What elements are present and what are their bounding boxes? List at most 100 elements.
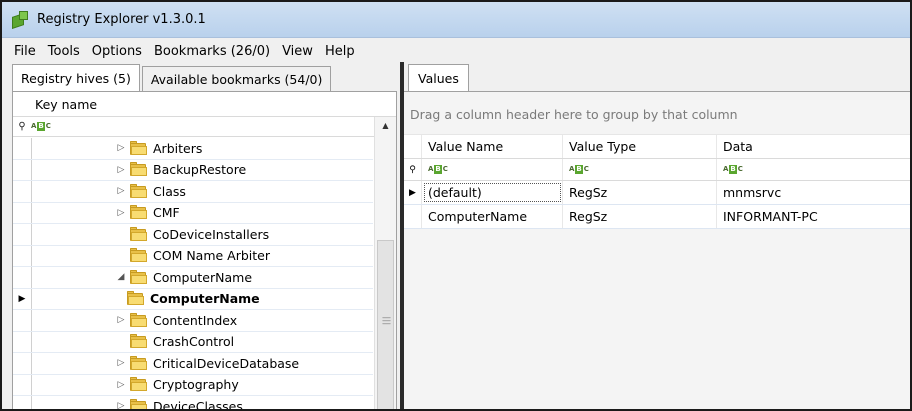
value-type-filter[interactable]: ABC — [563, 159, 717, 180]
abc-filter-icon[interactable]: ABC — [31, 122, 51, 131]
abc-filter-icon: ABC — [428, 165, 448, 174]
pin-icon: ⚲ — [18, 121, 26, 132]
value-type-cell[interactable]: RegSz — [563, 205, 717, 228]
folder-icon — [130, 205, 148, 220]
title-bar: Registry Explorer v1.3.0.1 — [2, 2, 910, 38]
abc-filter-icon: ABC — [569, 165, 589, 174]
tree-row-computername-selected[interactable]: ▶ ComputerName — [13, 288, 373, 310]
menu-file[interactable]: File — [8, 44, 42, 59]
tree-row-backuprestore[interactable]: ▷ BackupRestore — [13, 159, 373, 181]
key-name-column-header[interactable]: Key name — [13, 92, 396, 117]
table-row[interactable]: ComputerName RegSz INFORMANT-PC — [404, 205, 910, 229]
tree-label: Cryptography — [153, 377, 239, 393]
folder-icon — [130, 398, 148, 409]
values-pane: Drag a column header here to group by th… — [404, 91, 910, 409]
right-tab-strip: Values — [408, 64, 471, 91]
folder-icon — [130, 226, 148, 241]
tab-registry-hives[interactable]: Registry hives (5) — [12, 64, 140, 91]
tree-label: CMF — [153, 205, 180, 221]
folder-icon — [130, 183, 148, 198]
app-window: Registry Explorer v1.3.0.1 File Tools Op… — [0, 0, 912, 411]
folder-icon — [127, 291, 145, 306]
tree-filter-row[interactable]: ⚲ ABC — [13, 117, 396, 137]
value-name-filter[interactable]: ABC — [422, 159, 563, 180]
value-name-cell[interactable]: ComputerName — [422, 205, 563, 228]
folder-icon — [130, 377, 148, 392]
row-indicator — [404, 205, 422, 228]
tree-label: Arbiters — [153, 140, 203, 156]
data-cell[interactable]: INFORMANT-PC — [717, 205, 910, 228]
tree-row-cmf[interactable]: ▷ CMF — [13, 202, 373, 224]
column-header-value-name[interactable]: Value Name — [422, 135, 563, 158]
folder-icon — [130, 312, 148, 327]
key-name-header-label: Key name — [35, 96, 98, 112]
scroll-up-arrow-icon[interactable]: ▲ — [375, 117, 396, 134]
tree-label: CrashControl — [153, 334, 235, 350]
folder-icon — [130, 248, 148, 263]
expand-icon[interactable]: ▷ — [115, 208, 127, 218]
tree-label: CriticalDeviceDatabase — [153, 355, 300, 371]
expand-icon[interactable]: ▷ — [115, 165, 127, 175]
folder-icon — [130, 355, 148, 370]
scroll-thumb[interactable]: — — — — [377, 240, 394, 409]
tree-label: BackupRestore — [153, 162, 247, 178]
column-header-value-type[interactable]: Value Type — [563, 135, 717, 158]
tree-row-codeviceinstallers[interactable]: CoDeviceInstallers — [13, 224, 373, 246]
group-by-hint[interactable]: Drag a column header here to group by th… — [404, 92, 910, 136]
left-tab-strip: Registry hives (5) Available bookmarks (… — [12, 64, 333, 91]
menu-tools[interactable]: Tools — [42, 44, 86, 59]
folder-icon — [130, 269, 148, 284]
tree-rows: ▷ Arbiters ▷ BackupRestore ▷ Class ▷ CMF… — [13, 138, 373, 409]
tree-row-contentindex[interactable]: ▷ ContentIndex — [13, 310, 373, 332]
window-title: Registry Explorer v1.3.0.1 — [37, 12, 206, 27]
tree-label: COM Name Arbiter — [153, 248, 271, 264]
expand-icon[interactable]: ▷ — [115, 186, 127, 196]
pin-icon: ⚲ — [404, 159, 422, 180]
expand-icon[interactable]: ▷ — [115, 358, 127, 368]
tree-row-crashcontrol[interactable]: CrashControl — [13, 331, 373, 353]
value-type-cell[interactable]: RegSz — [563, 181, 717, 204]
tree-row-arbiters[interactable]: ▷ Arbiters — [13, 138, 373, 160]
grip-icon: — — — — [382, 313, 391, 329]
expand-icon[interactable]: ▷ — [115, 401, 127, 409]
menu-options[interactable]: Options — [86, 44, 148, 59]
values-filter-row: ⚲ ABC ABC ABC — [404, 159, 910, 181]
expand-icon[interactable]: ▷ — [115, 143, 127, 153]
tree-label: ComputerName — [150, 291, 260, 307]
tree-row-deviceclasses[interactable]: ▷ DeviceClasses — [13, 396, 373, 409]
expand-icon[interactable]: ▷ — [115, 315, 127, 325]
current-row-indicator-icon: ▶ — [18, 294, 26, 304]
tree-label: Class — [153, 183, 186, 199]
tree-label: ComputerName — [153, 269, 253, 285]
values-grid: Value Name Value Type Data ⚲ ABC ABC ABC… — [404, 134, 910, 229]
values-grid-header: Value Name Value Type Data — [404, 134, 910, 159]
tab-available-bookmarks[interactable]: Available bookmarks (54/0) — [141, 66, 332, 91]
current-row-indicator-icon: ▶ — [404, 181, 422, 204]
expand-icon[interactable]: ▷ — [115, 380, 127, 390]
registry-tree-pane: Key name ⚲ ABC ▷ Arbiters ▷ BackupRestor… — [12, 91, 397, 409]
table-row[interactable]: ▶ (default) RegSz mnmsrvc — [404, 181, 910, 205]
tree-label: ContentIndex — [153, 312, 238, 328]
tree-row-cryptography[interactable]: ▷ Cryptography — [13, 374, 373, 396]
registry-explorer-logo-icon — [10, 10, 30, 30]
tree-row-class[interactable]: ▷ Class — [13, 181, 373, 203]
tree-row-com-name-arbiter[interactable]: COM Name Arbiter — [13, 245, 373, 267]
value-name-cell[interactable]: (default) — [422, 181, 563, 204]
tree-row-computername-parent[interactable]: ◢ ComputerName — [13, 267, 373, 289]
folder-icon — [130, 334, 148, 349]
folder-icon — [130, 162, 148, 177]
menu-view[interactable]: View — [276, 44, 319, 59]
menu-bar: File Tools Options Bookmarks (26/0) View… — [2, 39, 910, 64]
data-filter[interactable]: ABC — [717, 159, 910, 180]
menu-bookmarks[interactable]: Bookmarks (26/0) — [148, 44, 276, 59]
column-header-data[interactable]: Data — [717, 135, 910, 158]
folder-icon — [130, 140, 148, 155]
tree-label: CoDeviceInstallers — [153, 226, 270, 242]
row-header-spacer — [404, 135, 422, 158]
data-cell[interactable]: mnmsrvc — [717, 181, 910, 204]
tree-vertical-scrollbar[interactable]: ▲ — — — — [374, 117, 396, 409]
tree-row-criticaldevicedatabase[interactable]: ▷ CriticalDeviceDatabase — [13, 353, 373, 375]
tab-values[interactable]: Values — [408, 64, 469, 91]
menu-help[interactable]: Help — [319, 44, 361, 59]
collapse-icon[interactable]: ◢ — [115, 272, 127, 282]
